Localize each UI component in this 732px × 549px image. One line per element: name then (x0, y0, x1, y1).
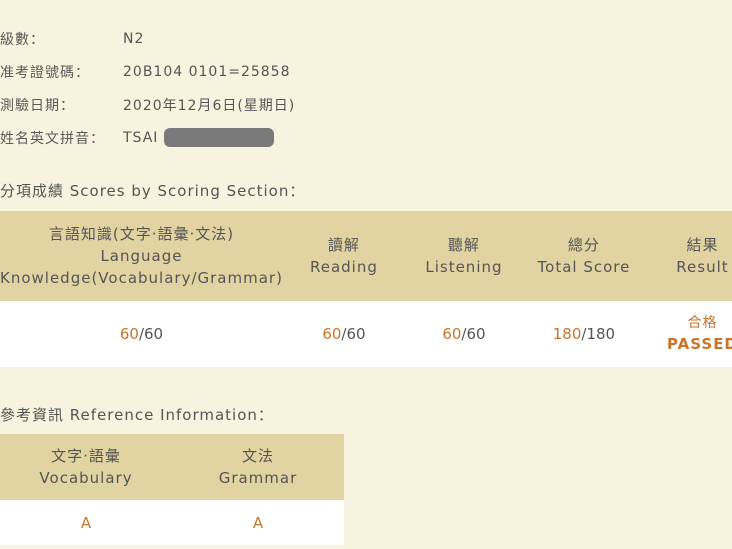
name-row: 姓名英文拼音： TSAI (0, 121, 295, 154)
header-grammar: 文法 Grammar (172, 434, 344, 500)
score-listening: 60/60 (404, 301, 523, 367)
header-zh: 聽解 (447, 236, 480, 254)
score-max: /60 (461, 325, 486, 343)
registration-number-value: 20B104 0101=25858 (123, 63, 291, 80)
header-en: Listening (425, 258, 503, 276)
result-en: PASSED (667, 334, 732, 353)
score-language-knowledge: 60/60 (0, 301, 283, 367)
scores-section-title: 分項成績 Scores by Scoring Section： (0, 182, 306, 200)
header-zh: 結果 (686, 236, 719, 254)
score-max: /60 (341, 325, 366, 343)
registration-number-row: 准考證號碼： 20B104 0101=25858 (0, 55, 295, 88)
reference-section-title: 參考資訊 Reference Information： (0, 406, 274, 424)
header-zh: 文字‧語彙 (51, 447, 121, 465)
scores-table: 言語知識(文字‧語彙‧文法) Language Knowledge(Vocabu… (0, 211, 732, 367)
name-surname: TSAI (123, 129, 159, 146)
examinee-info: 級數： N2 准考證號碼： 20B104 0101=25858 測驗日期： 20… (0, 22, 295, 154)
score-value: 60 (322, 325, 342, 343)
scores-row: 60/60 60/60 60/60 180/180 合格 PASSED (0, 301, 732, 367)
score-reading: 60/60 (282, 301, 405, 367)
score-value: 60 (442, 325, 462, 343)
result-status: 合格 PASSED (644, 301, 732, 367)
header-vocabulary: 文字‧語彙 Vocabulary (0, 434, 172, 500)
name-label: 姓名英文拼音： (0, 130, 105, 147)
header-en: Result (676, 258, 729, 276)
level-value: N2 (123, 30, 145, 47)
header-result: 結果 Result (644, 211, 732, 301)
level-row: 級數： N2 (0, 22, 295, 55)
header-language-knowledge: 言語知識(文字‧語彙‧文法) Language Knowledge(Vocabu… (0, 211, 283, 301)
reference-table: 文字‧語彙 Vocabulary 文法 Grammar A A (0, 434, 344, 545)
score-max: /60 (138, 325, 164, 343)
registration-number-label: 准考證號碼： (0, 64, 90, 81)
score-value: 60 (119, 325, 139, 343)
header-en: Reading (309, 258, 378, 276)
header-en: Language (100, 247, 183, 265)
level-label: 級數： (0, 31, 45, 48)
header-listening: 聽解 Listening (404, 211, 523, 301)
reference-row: A A (0, 500, 344, 545)
redacted-name-block (164, 128, 275, 147)
header-zh: 總分 (567, 236, 600, 254)
grade-vocabulary: A (0, 500, 172, 545)
grade-grammar: A (172, 500, 344, 545)
header-total-score: 總分 Total Score (522, 211, 645, 301)
reference-header-row: 文字‧語彙 Vocabulary 文法 Grammar (0, 434, 344, 500)
scores-header-row: 言語知識(文字‧語彙‧文法) Language Knowledge(Vocabu… (0, 211, 732, 301)
score-value: 180 (552, 325, 582, 343)
header-zh: 言語知識(文字‧語彙‧文法) (48, 225, 235, 243)
header-en: Knowledge(Vocabulary/Grammar) (0, 269, 283, 287)
test-date-label: 測驗日期： (0, 97, 75, 114)
header-zh: 文法 (241, 447, 274, 465)
header-reading: 讀解 Reading (282, 211, 405, 301)
header-en: Vocabulary (39, 469, 133, 487)
test-date-row: 測驗日期： 2020年12月6日(星期日) (0, 88, 295, 121)
result-zh: 合格 (687, 314, 718, 331)
score-total: 180/180 (522, 301, 645, 367)
score-max: /180 (581, 325, 616, 343)
header-en: Total Score (537, 258, 631, 276)
header-en: Grammar (218, 469, 298, 487)
name-value: TSAI (123, 128, 275, 147)
test-date-value: 2020年12月6日(星期日) (123, 97, 296, 114)
header-zh: 讀解 (327, 236, 360, 254)
